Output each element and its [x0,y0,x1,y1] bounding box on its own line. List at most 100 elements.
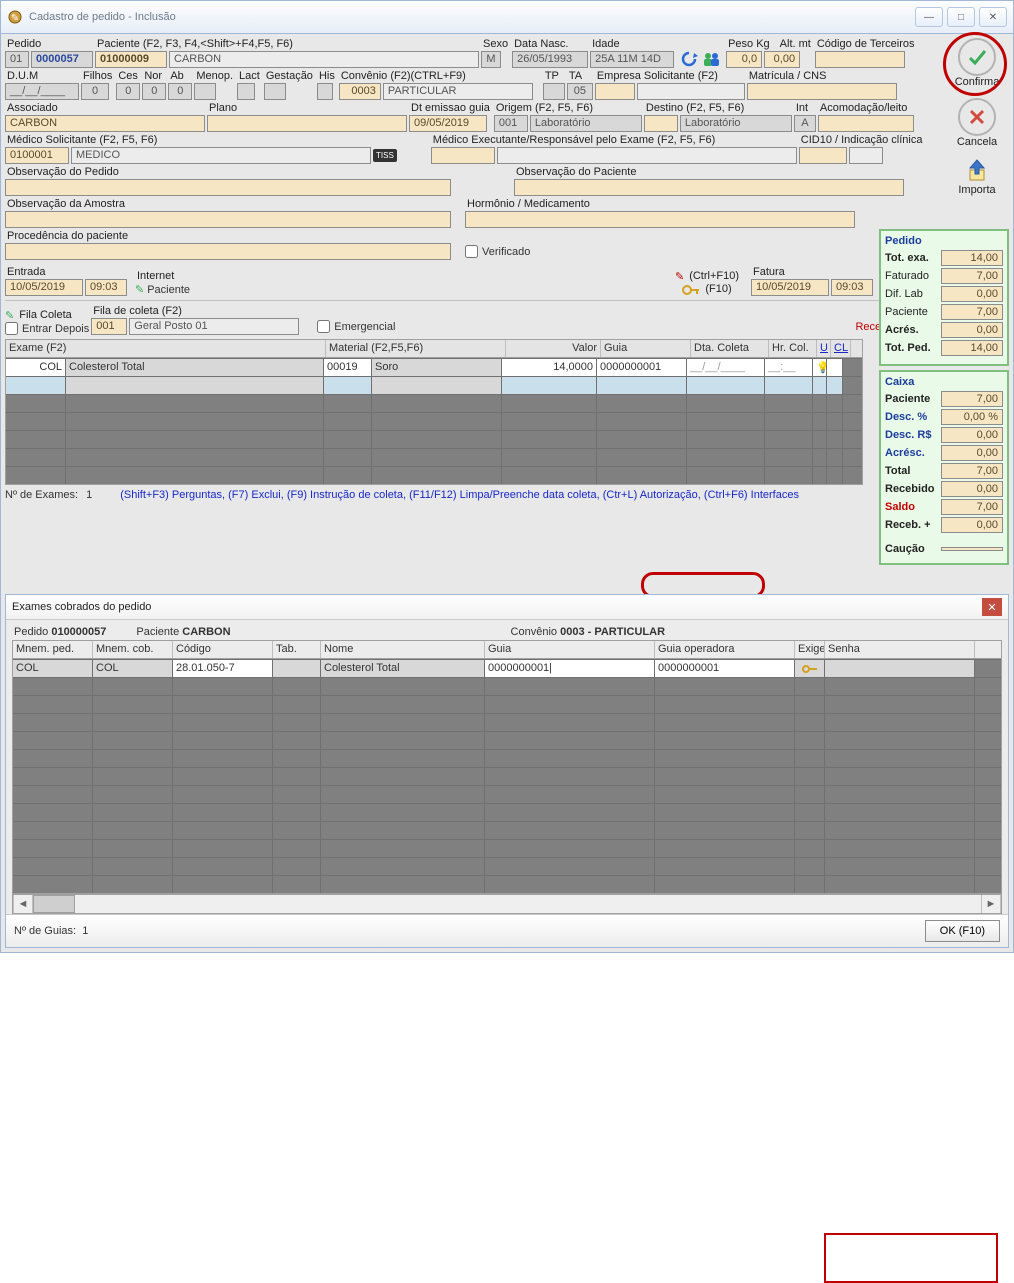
med-sol-name: MEDICO [71,147,371,164]
close-button[interactable]: ✕ [979,7,1007,27]
cid-code[interactable] [799,147,847,164]
plano[interactable] [207,115,407,132]
obs-pedido[interactable] [5,179,451,196]
emergencial-checkbox[interactable]: Emergencial [317,320,395,333]
destino-name: Laboratório [680,115,792,132]
matricula[interactable] [747,83,897,100]
obs-amostra[interactable] [5,211,451,228]
entrada-date[interactable]: 10/05/2019 [5,279,83,296]
maximize-button[interactable]: □ [947,7,975,27]
empresa-code[interactable] [595,83,635,100]
import-button[interactable]: Importa [958,158,995,196]
acomodacao[interactable] [818,115,914,132]
svg-text:✎: ✎ [11,13,19,24]
verificado-checkbox[interactable]: Verificado [465,245,530,258]
filhos: 0 [81,83,109,100]
sub-grid-header: Mnem. ped. Mnem. cob. Código Tab. Nome G… [12,640,1002,658]
lbl-dn: Data Nasc. [512,38,588,51]
exam-count-label: Nº de Exames: [5,489,78,501]
dt-emissao[interactable]: 09/05/2019 [409,115,487,132]
paciente-code[interactable]: 01000009 [95,51,167,68]
origem-name: Laboratório [530,115,642,132]
guias-value: 1 [82,925,88,937]
convenio-code[interactable]: 0003 [339,83,381,100]
ta: 05 [567,83,593,100]
fatura-time[interactable]: 09:03 [831,279,873,296]
refresh-icon[interactable] [680,50,698,68]
pencil-icon: ✎ [135,283,144,296]
sub-scrollbar[interactable]: ◄► [12,894,1002,914]
sub-window: Exames cobrados do pedido ✕ Pedido 01000… [5,594,1009,948]
associado[interactable]: CARBON [5,115,205,132]
gest [264,83,286,100]
receb-plus: 0,00 [941,517,1003,533]
sum-paciente: 7,00 [941,304,1003,320]
tiss-icon[interactable]: TISS [373,149,397,162]
hormonio[interactable] [465,211,855,228]
side-actions: Confirma Cancela Importa [945,38,1009,196]
paciente-name: CARBON [169,51,479,68]
grid-hints: (Shift+F3) Perguntas, (F7) Exclui, (F9) … [120,489,863,501]
sub-title: Exames cobrados do pedido [12,601,151,613]
med-exec-code[interactable] [431,147,495,164]
empresa-name [637,83,745,100]
procedencia[interactable] [5,243,451,260]
cid-desc [849,147,883,164]
lbl-pedido: Pedido [5,38,93,51]
peso[interactable]: 0,0 [726,51,762,68]
lbl-sexo: Sexo [481,38,510,51]
cancel-button-side[interactable]: Cancela [957,98,997,148]
pencil-icon-2: ✎ [675,270,684,283]
confirm-button[interactable]: Confirma [955,38,1000,88]
cod-terceiros[interactable] [815,51,905,68]
lact [237,83,255,100]
fatura-date[interactable]: 10/05/2019 [751,279,829,296]
his [317,83,333,100]
guias-label: Nº de Guias: [14,925,76,937]
entrada-time[interactable]: 09:03 [85,279,127,296]
exam-grid-header: Exame (F2) Material (F2,F5,F6) Valor Gui… [5,339,863,357]
sub-pedido: 010000057 [51,626,106,638]
internet-paciente: Paciente [147,284,190,296]
exam-count-value: 1 [86,489,92,501]
recebido: 0,00 [941,481,1003,497]
import-icon [964,158,990,184]
destino-code[interactable] [644,115,678,132]
sub-paciente: CARBON [182,626,230,638]
sub-grid[interactable]: COL COL 28.01.050-7 Colesterol Total 000… [12,658,1002,894]
app-icon: ✎ [7,9,23,25]
obs-paciente[interactable] [514,179,904,196]
pencil-icon-3: ✎ [5,309,14,322]
window-title: Cadastro de pedido - Inclusão [29,11,176,23]
caucao [941,547,1003,551]
dif-lab: 0,00 [941,286,1003,302]
data-nasc: 26/05/1993 [512,51,588,68]
ces: 0 [116,83,140,100]
senha-cell [825,660,975,677]
med-sol-code[interactable]: 0100001 [5,147,69,164]
minimize-button[interactable]: — [915,7,943,27]
desc-rs: 0,00 [941,427,1003,443]
tp [543,83,565,100]
exam-grid[interactable]: COL Colesterol Total 00019 Soro 14,0000 … [5,357,863,485]
alt[interactable]: 0,00 [764,51,800,68]
sub-close-button[interactable]: ✕ [982,598,1002,616]
lbl-cod3: Código de Terceiros [815,38,917,51]
tot-exa: 14,00 [941,250,1003,266]
med-exec-name [497,147,797,164]
key-icon[interactable] [682,284,700,296]
idade: 25A 11M 14D [590,51,674,68]
sexo: M [481,51,501,68]
lbl-paciente: Paciente (F2, F3, F4,<Shift>+F4,F5, F6) [95,38,479,51]
pedido-store: 01 [5,51,29,68]
caixa-total: 7,00 [941,463,1003,479]
entrar-depois-checkbox[interactable]: Entrar Depois [5,322,89,335]
ok-button[interactable]: OK (F10) [925,920,1000,942]
menop [194,83,216,100]
fila-name: Geral Posto 01 [129,318,299,335]
tot-ped: 14,00 [941,340,1003,356]
fila-code[interactable]: 001 [91,318,127,335]
people-icon[interactable] [702,50,720,68]
caixa-paciente: 7,00 [941,391,1003,407]
caixa-acresc: 0,00 [941,445,1003,461]
